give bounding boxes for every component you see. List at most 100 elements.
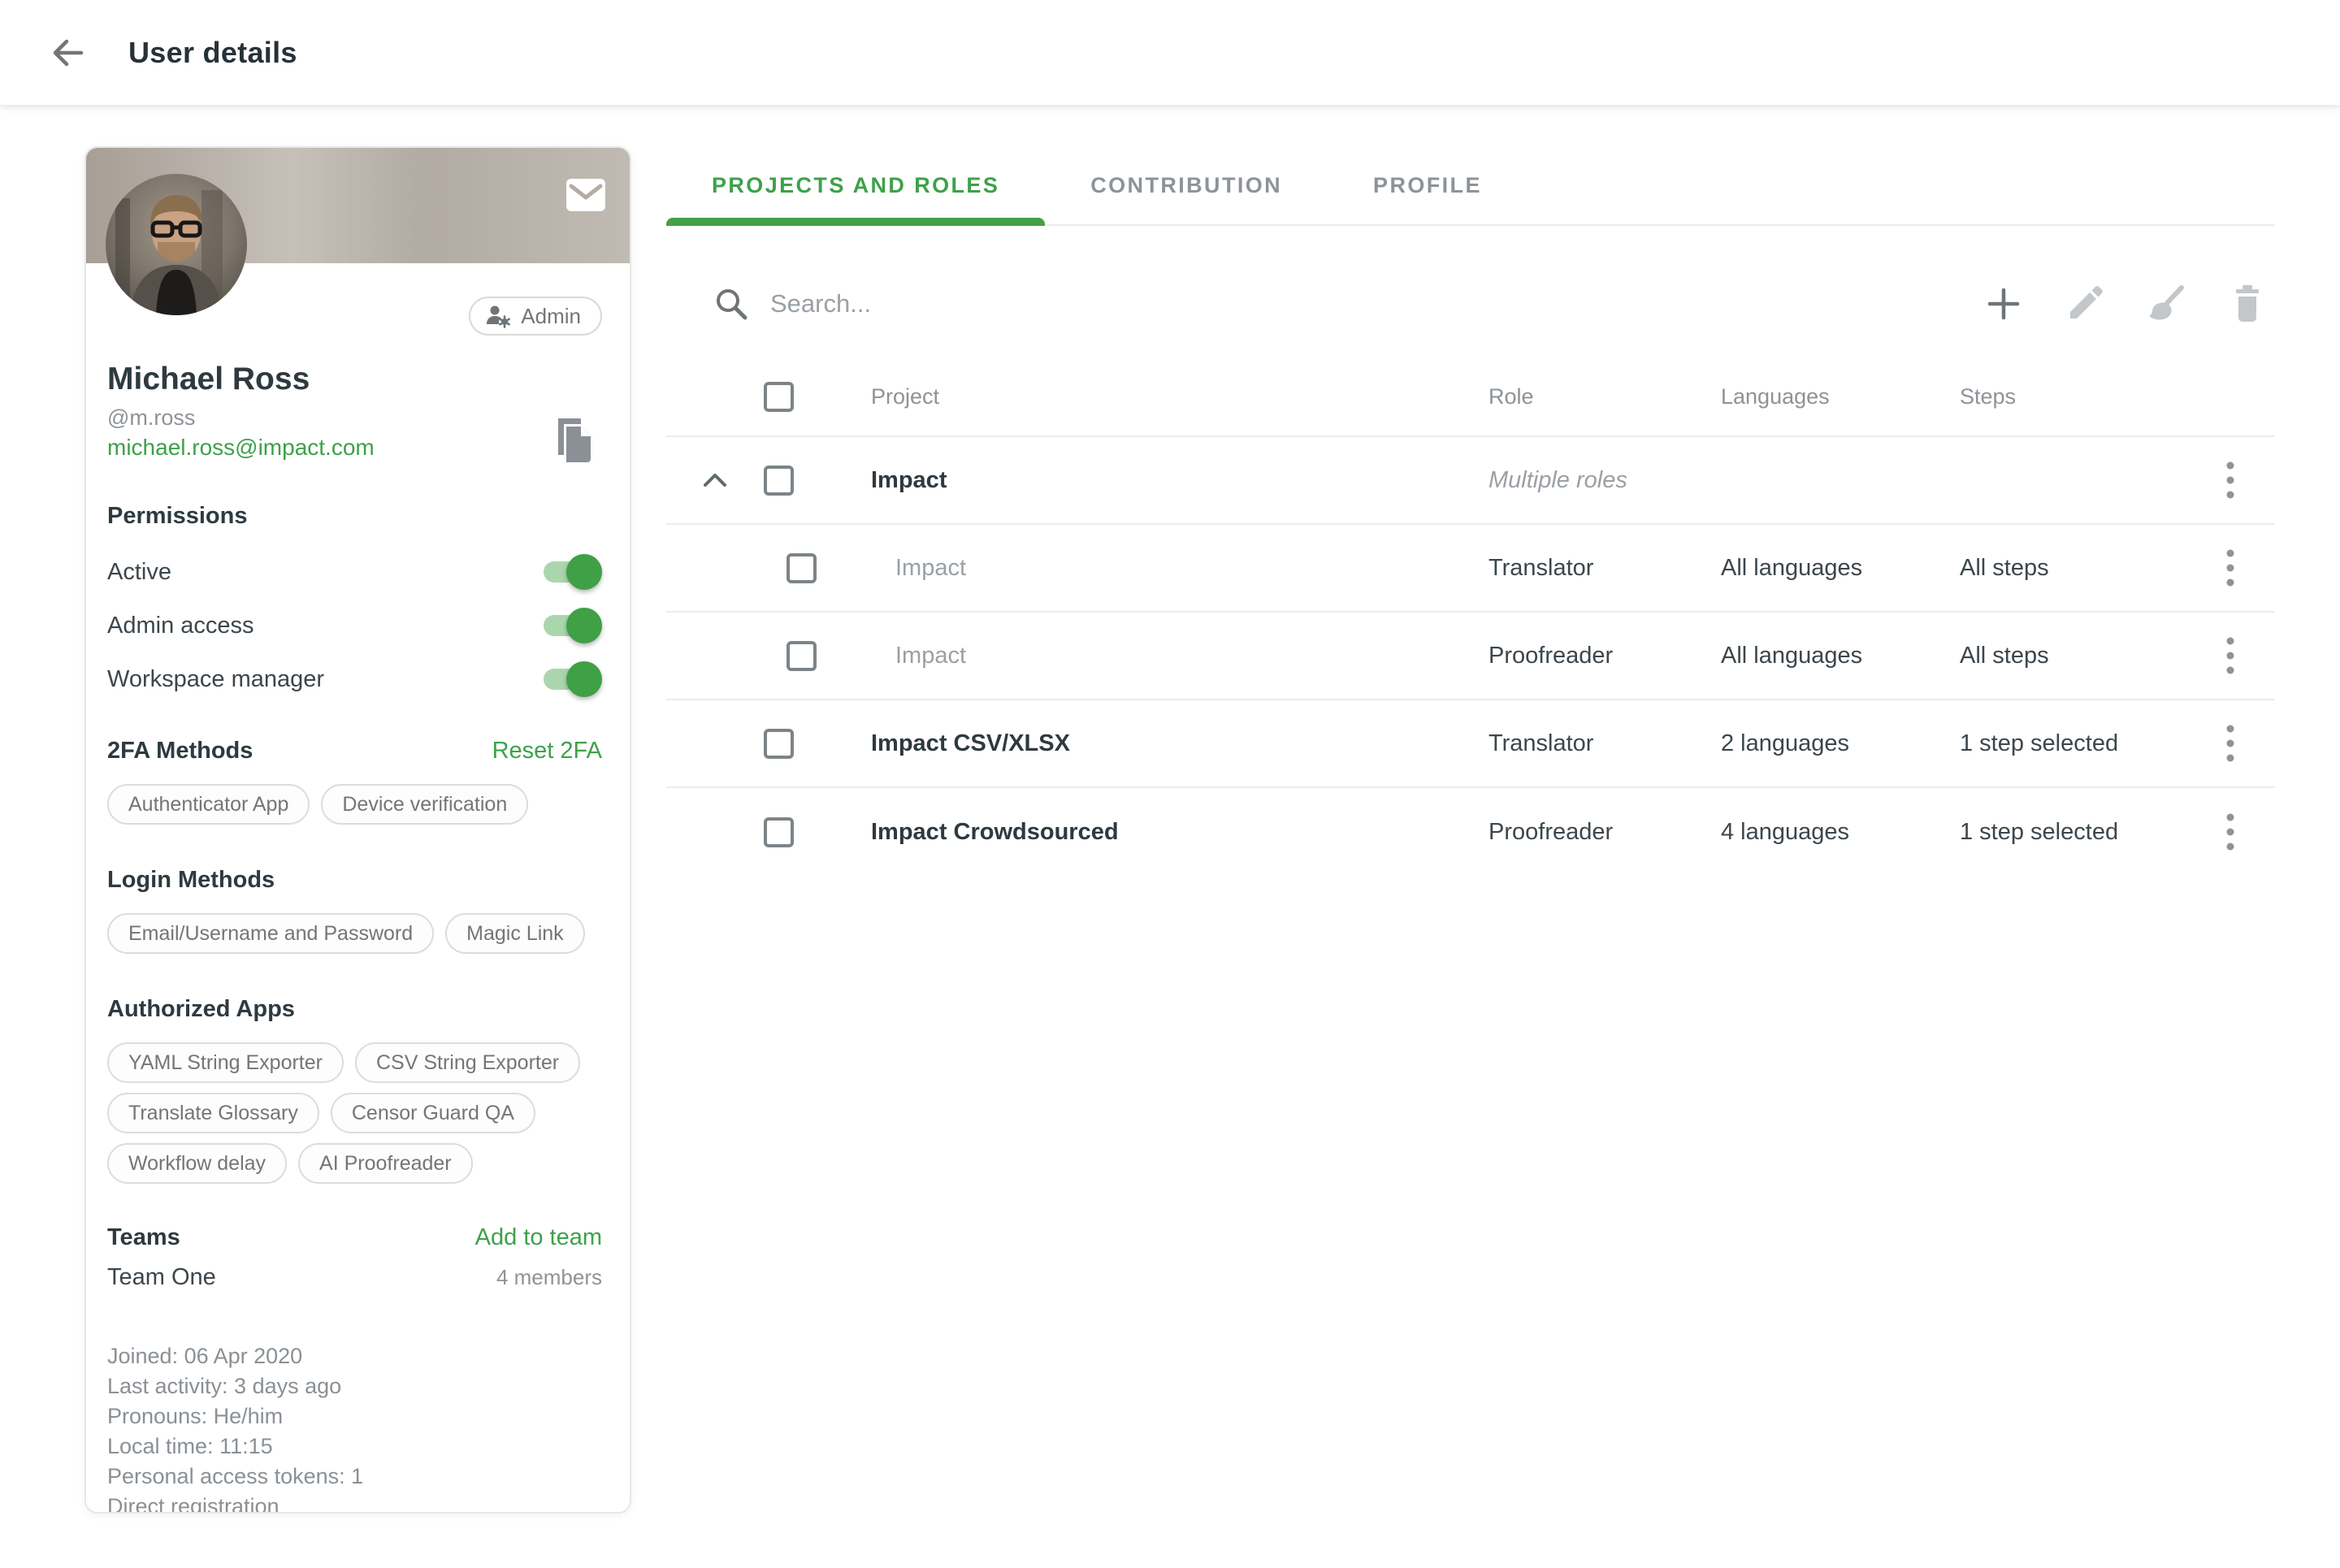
app-bar: User details (0, 0, 2340, 106)
back-button[interactable] (46, 30, 91, 76)
authorized-apps-chips: YAML String Exporter CSV String Exporter… (107, 1042, 602, 1184)
admin-badge-label: Admin (521, 304, 581, 329)
permission-label: Active (107, 559, 171, 586)
projects-table: Project Role Languages Steps Impact Mul (666, 357, 2275, 876)
search-field (713, 286, 1981, 322)
team-name: Team One (107, 1264, 216, 1291)
page-title: User details (128, 36, 297, 70)
toolbar-actions (1981, 281, 2270, 327)
table-toolbar (666, 266, 2275, 341)
kebab-icon (2226, 549, 2234, 587)
column-header-languages: Languages (1698, 384, 1942, 409)
admin-role-badge: Admin (469, 297, 602, 336)
copy-email-button[interactable] (550, 416, 597, 466)
chevron-up-icon (701, 471, 729, 489)
project-name: Impact (845, 643, 1462, 669)
tab-projects-and-roles[interactable]: PROJECTS AND ROLES (666, 146, 1045, 224)
envelope-icon[interactable] (566, 179, 605, 211)
permission-row-workspace-manager: Workspace manager (107, 661, 602, 697)
authorized-app-chip: Workflow delay (107, 1143, 287, 1184)
arrow-left-icon (49, 33, 88, 72)
meta-registration: Direct registration (107, 1492, 602, 1514)
project-languages: All languages (1698, 555, 1942, 582)
project-name: Impact Crowdsourced (845, 819, 1462, 846)
kebab-icon (2226, 725, 2234, 762)
project-name: Impact (845, 467, 1462, 494)
row-checkbox[interactable] (764, 466, 794, 496)
meta-last-activity: Last activity: 3 days ago (107, 1371, 602, 1401)
trash-icon (2229, 284, 2266, 324)
meta-joined: Joined: 06 Apr 2020 (107, 1341, 602, 1371)
column-header-steps: Steps (1942, 384, 2186, 409)
edit-button[interactable] (2062, 281, 2108, 327)
tab-bar: PROJECTS AND ROLES CONTRIBUTION PROFILE (666, 146, 2275, 226)
authorized-app-chip: YAML String Exporter (107, 1042, 344, 1083)
team-members-count: 4 members (496, 1265, 602, 1290)
project-role: Proofreader (1462, 819, 1698, 846)
user-name: Michael Ross (107, 362, 602, 397)
workspace-manager-toggle[interactable] (544, 669, 597, 690)
search-icon (713, 286, 749, 322)
row-menu-button[interactable] (2210, 452, 2251, 509)
project-name: Impact (845, 555, 1462, 582)
project-steps: All steps (1942, 555, 2186, 582)
meta-local-time: Local time: 11:15 (107, 1432, 602, 1462)
authorized-app-chip: Censor Guard QA (331, 1093, 535, 1133)
table-row: Impact CSV/XLSX Translator 2 languages 1… (666, 700, 2275, 788)
login-method-chips: Email/Username and Password Magic Link (107, 913, 602, 954)
permission-row-active: Active (107, 554, 602, 590)
avatar (106, 174, 247, 315)
login-method-chip: Email/Username and Password (107, 913, 434, 954)
table-header-row: Project Role Languages Steps (666, 357, 2275, 437)
manage-accounts-icon (485, 304, 511, 328)
login-methods-title: Login Methods (107, 867, 602, 894)
add-to-team-link[interactable]: Add to team (475, 1224, 602, 1251)
collapse-row-button[interactable] (697, 462, 733, 498)
user-handle: @m.ross (107, 405, 602, 431)
row-checkbox[interactable] (786, 641, 817, 671)
tab-contribution[interactable]: CONTRIBUTION (1045, 146, 1328, 224)
row-checkbox[interactable] (764, 729, 794, 759)
project-languages: 2 languages (1698, 730, 1942, 757)
row-checkbox[interactable] (786, 553, 817, 583)
search-input[interactable] (770, 289, 1981, 318)
user-email[interactable]: michael.ross@impact.com (107, 435, 602, 461)
admin-access-toggle[interactable] (544, 615, 597, 636)
reset-2fa-link[interactable]: Reset 2FA (492, 738, 602, 765)
project-steps: 1 step selected (1942, 730, 2186, 757)
team-row: Team One 4 members (107, 1264, 602, 1291)
add-button[interactable] (1981, 281, 2026, 327)
twofa-chips: Authenticator App Device verification (107, 784, 602, 825)
copy-icon (552, 417, 596, 464)
project-role: Multiple roles (1462, 467, 1698, 494)
permission-row-admin-access: Admin access (107, 608, 602, 643)
active-toggle[interactable] (544, 561, 597, 583)
clear-filters-button[interactable] (2143, 281, 2189, 327)
profile-card-body: Admin Michael Ross @m.ross michael.ross@… (86, 297, 630, 1514)
column-header-project: Project (845, 384, 1462, 409)
permissions-title: Permissions (107, 503, 602, 530)
row-checkbox[interactable] (764, 817, 794, 847)
kebab-icon (2226, 461, 2234, 499)
row-menu-button[interactable] (2210, 715, 2251, 772)
project-role: Translator (1462, 555, 1698, 582)
table-row: Impact Translator All languages All step… (666, 525, 2275, 613)
login-method-chip: Magic Link (445, 913, 585, 954)
project-languages: All languages (1698, 643, 1942, 669)
select-all-checkbox[interactable] (764, 382, 794, 412)
column-header-role: Role (1462, 384, 1698, 409)
row-menu-button[interactable] (2210, 627, 2251, 684)
row-menu-button[interactable] (2210, 803, 2251, 860)
meta-access-tokens: Personal access tokens: 1 (107, 1462, 602, 1492)
delete-button[interactable] (2225, 281, 2270, 327)
tab-profile[interactable]: PROFILE (1328, 146, 1528, 224)
project-steps: 1 step selected (1942, 819, 2186, 846)
authorized-app-chip: Translate Glossary (107, 1093, 319, 1133)
twofa-title: 2FA Methods (107, 738, 253, 765)
table-row: Impact Proofreader All languages All ste… (666, 613, 2275, 700)
row-menu-button[interactable] (2210, 539, 2251, 596)
plus-icon (1985, 285, 2022, 323)
twofa-method-chip: Authenticator App (107, 784, 310, 825)
teams-title: Teams (107, 1224, 180, 1251)
kebab-icon (2226, 813, 2234, 851)
